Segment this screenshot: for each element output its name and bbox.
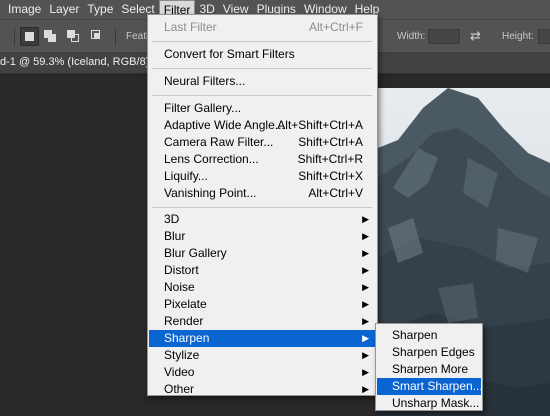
- menu-item-label: Video: [164, 365, 195, 379]
- menu-divider: [152, 41, 372, 42]
- menu-item-label: Blur: [164, 229, 186, 243]
- menu-item-label: Liquify...: [164, 169, 208, 183]
- menu-item-label: Blur Gallery: [164, 246, 227, 260]
- document-tab-title[interactable]: d-1 @ 59.3% (Iceland, RGB/8) *: [0, 56, 157, 68]
- submenu-arrow-icon: ▶: [362, 333, 369, 343]
- menu-item-adaptive-wide-angle[interactable]: Adaptive Wide Angle... Alt+Shift+Ctrl+A: [149, 117, 376, 134]
- menu-divider: [152, 207, 372, 208]
- height-field[interactable]: [538, 29, 550, 44]
- menu-item-blur[interactable]: Blur ▶: [149, 228, 376, 245]
- menu-item-label: Neural Filters...: [164, 74, 246, 88]
- menu-item-noise[interactable]: Noise ▶: [149, 279, 376, 296]
- submenu-item-sharpen-more[interactable]: Sharpen More: [377, 361, 481, 378]
- menu-item-3d[interactable]: 3D ▶: [149, 211, 376, 228]
- menu-item-neural-filters[interactable]: Neural Filters...: [149, 73, 376, 90]
- menu-item-label: Render: [164, 314, 204, 328]
- add-to-selection-button[interactable]: [41, 27, 60, 46]
- intersect-selection-button[interactable]: [88, 27, 107, 46]
- filter-menu: Last Filter Alt+Ctrl+F Convert for Smart…: [147, 14, 378, 396]
- menu-layer[interactable]: Layer: [45, 0, 83, 19]
- menu-item-vanishing-point[interactable]: Vanishing Point... Alt+Ctrl+V: [149, 185, 376, 202]
- submenu-arrow-icon: ▶: [362, 214, 369, 224]
- submenu-arrow-icon: ▶: [362, 316, 369, 326]
- shortcut-text: Alt+Shift+Ctrl+A: [277, 118, 363, 132]
- menu-divider: [152, 95, 372, 96]
- menu-item-label: Camera Raw Filter...: [164, 135, 274, 149]
- submenu-arrow-icon: ▶: [362, 265, 369, 275]
- menu-item-label: Distort: [164, 263, 199, 277]
- submenu-item-sharpen-edges[interactable]: Sharpen Edges: [377, 344, 481, 361]
- submenu-arrow-icon: ▶: [362, 231, 369, 241]
- menu-item-stylize[interactable]: Stylize ▶: [149, 347, 376, 364]
- menu-item-video[interactable]: Video ▶: [149, 364, 376, 381]
- submenu-arrow-icon: ▶: [362, 282, 369, 292]
- menu-item-label: Sharpen: [164, 331, 210, 345]
- submenu-item-unsharp-mask[interactable]: Unsharp Mask...: [377, 395, 481, 412]
- menu-item-label: Stylize: [164, 348, 200, 362]
- menu-item-liquify[interactable]: Liquify... Shift+Ctrl+X: [149, 168, 376, 185]
- menu-item-label: Lens Correction...: [164, 152, 259, 166]
- menu-item-distort[interactable]: Distort ▶: [149, 262, 376, 279]
- divider: [14, 28, 15, 46]
- menu-image[interactable]: Image: [4, 0, 45, 19]
- shortcut-text: Shift+Ctrl+X: [298, 169, 363, 183]
- menu-item-blur-gallery[interactable]: Blur Gallery ▶: [149, 245, 376, 262]
- divider: [115, 28, 116, 46]
- submenu-item-smart-sharpen[interactable]: Smart Sharpen...: [377, 378, 483, 395]
- menu-item-label: 3D: [164, 212, 180, 226]
- menu-item-sharpen[interactable]: Sharpen ▶: [149, 330, 376, 347]
- submenu-arrow-icon: ▶: [362, 299, 369, 309]
- shortcut-text: Shift+Ctrl+A: [298, 135, 363, 149]
- menu-item-label: Convert for Smart Filters: [164, 47, 295, 61]
- shortcut-text: Alt+Ctrl+V: [308, 186, 363, 200]
- submenu-arrow-icon: ▶: [362, 350, 369, 360]
- menu-divider: [152, 68, 372, 69]
- menu-item-lens-correction[interactable]: Lens Correction... Shift+Ctrl+R: [149, 151, 376, 168]
- menu-type[interactable]: Type: [83, 0, 117, 19]
- menu-item-label: Adaptive Wide Angle...: [164, 118, 285, 132]
- menu-item-render[interactable]: Render ▶: [149, 313, 376, 330]
- menu-item-label: Vanishing Point...: [164, 186, 257, 200]
- subtract-from-selection-button[interactable]: [64, 27, 83, 46]
- menu-item-pixelate[interactable]: Pixelate ▶: [149, 296, 376, 313]
- menu-item-convert-smart-filters[interactable]: Convert for Smart Filters: [149, 46, 376, 63]
- menu-item-label: Last Filter: [164, 20, 217, 34]
- submenu-item-sharpen[interactable]: Sharpen: [377, 327, 481, 344]
- menu-item-filter-gallery[interactable]: Filter Gallery...: [149, 100, 376, 117]
- menu-item-camera-raw-filter[interactable]: Camera Raw Filter... Shift+Ctrl+A: [149, 134, 376, 151]
- shortcut-text: Alt+Ctrl+F: [308, 20, 363, 34]
- shortcut-text: Shift+Ctrl+R: [297, 152, 363, 166]
- width-label: Width:: [397, 31, 426, 42]
- submenu-arrow-icon: ▶: [362, 248, 369, 258]
- sharpen-submenu: Sharpen Sharpen Edges Sharpen More Smart…: [375, 323, 483, 411]
- menu-item-label: Noise: [164, 280, 195, 294]
- new-selection-icon: [25, 32, 34, 41]
- width-field[interactable]: [428, 29, 460, 44]
- height-label: Height:: [502, 31, 534, 42]
- menu-item-label: Other: [164, 382, 195, 396]
- swap-icon[interactable]: ⇄: [470, 28, 481, 44]
- menu-item-label: Pixelate: [164, 297, 207, 311]
- menu-item-last-filter: Last Filter Alt+Ctrl+F: [149, 19, 376, 36]
- new-selection-button[interactable]: [20, 27, 39, 46]
- submenu-arrow-icon: ▶: [362, 367, 369, 377]
- menu-item-label: Filter Gallery...: [164, 101, 242, 115]
- submenu-arrow-icon: ▶: [362, 384, 369, 394]
- menu-item-other[interactable]: Other ▶: [149, 381, 376, 398]
